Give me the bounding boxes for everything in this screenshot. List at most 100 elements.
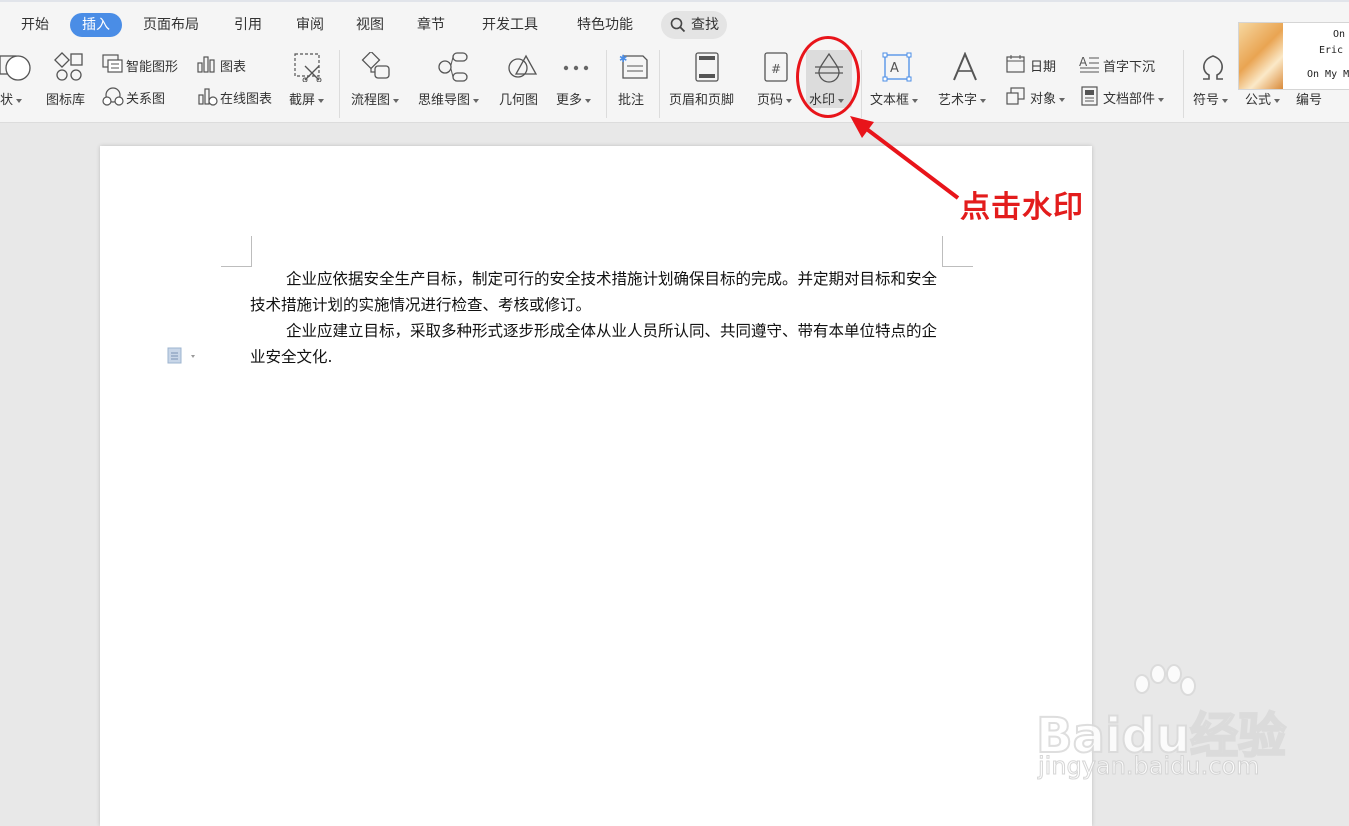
tab-view[interactable]: 视图	[356, 13, 384, 37]
shape-label: 形状	[0, 93, 14, 108]
header-footer-icon	[695, 52, 719, 82]
doc-parts-button[interactable]: 文档部件	[1077, 86, 1177, 110]
more-icon	[563, 65, 589, 71]
comment-icon: ✱	[619, 54, 648, 79]
omega-icon	[1203, 55, 1223, 80]
top-border	[0, 0, 1349, 2]
smart-art-button[interactable]: 智能图形	[100, 54, 190, 78]
separator	[1183, 50, 1184, 118]
relation-chart-button[interactable]: 关系图	[100, 86, 190, 110]
object-label: 对象	[1030, 92, 1057, 107]
textbox-icon: A	[882, 52, 912, 82]
dropcap-button[interactable]: A 首字下沉	[1077, 54, 1169, 78]
album-art	[1239, 23, 1283, 89]
comment-label: 批注	[618, 93, 645, 108]
annotation-label: 点击水印	[960, 190, 1084, 225]
tab-start[interactable]: 开始	[21, 13, 49, 37]
music-title: On M	[1333, 29, 1349, 40]
music-subtitle: On My M	[1307, 69, 1349, 80]
margin-corner-top-left	[221, 236, 252, 267]
flowchart-icon	[361, 52, 390, 79]
mindmap-button[interactable]: 思维导图	[415, 46, 491, 122]
separator	[606, 50, 607, 118]
tab-insert[interactable]: 插入	[70, 13, 122, 37]
doc-parts-icon	[1081, 86, 1098, 106]
svg-text:✱: ✱	[619, 54, 627, 65]
screenshot-icon	[294, 53, 322, 82]
header-footer-button[interactable]: 页眉和页脚	[666, 46, 750, 122]
object-button[interactable]: 对象	[1003, 86, 1073, 110]
chart-icon	[197, 56, 215, 73]
textbox-label: 文本框	[870, 93, 910, 108]
tab-section[interactable]: 章节	[417, 13, 445, 37]
dropcap-label: 首字下沉	[1103, 60, 1156, 75]
page-number-button[interactable]: # 页码	[754, 46, 800, 122]
geometry-button[interactable]: 几何图	[496, 46, 548, 122]
paragraph[interactable]: 企业应建立目标，采取多种形式逐步形成全体从业人员所认同、共同遵守、带有本单位特点…	[250, 318, 942, 370]
doc-parts-label: 文档部件	[1103, 92, 1156, 107]
svg-text:A: A	[890, 61, 899, 76]
calendar-icon	[1006, 55, 1025, 73]
svg-text:#: #	[771, 62, 781, 76]
search-icon	[670, 17, 686, 33]
wordart-label: 艺术字	[938, 93, 978, 108]
page-number-label: 页码	[757, 93, 784, 108]
chart-button[interactable]: 图表	[194, 54, 264, 78]
music-player-widget[interactable]: On M Eric On My M	[1238, 22, 1349, 90]
tab-special[interactable]: 特色功能	[577, 13, 633, 37]
geometry-label: 几何图	[499, 93, 539, 108]
highlight-circle	[796, 36, 860, 118]
chart-label: 图表	[220, 60, 247, 75]
screenshot-button[interactable]: 截屏	[287, 46, 333, 122]
tab-references[interactable]: 引用	[234, 13, 262, 37]
formula-label: 公式	[1245, 93, 1272, 108]
separator	[659, 50, 660, 118]
tab-page-layout[interactable]: 页面布局	[143, 13, 199, 37]
flowchart-label: 流程图	[351, 93, 391, 108]
menu-bar: 开始 插入 页面布局 引用 审阅 视图 章节 开发工具 特色功能 查找	[0, 0, 1349, 46]
document-page[interactable]: 企业应依据安全生产目标，制定可行的安全技术措施计划确保目标的完成。并定期对目标和…	[100, 146, 1092, 826]
svg-text:A: A	[1079, 55, 1088, 69]
comment-button[interactable]: ✱ 批注	[613, 46, 655, 122]
mindmap-icon	[438, 52, 468, 82]
shape-icon	[0, 55, 31, 81]
smart-art-icon	[102, 54, 123, 73]
document-body[interactable]: 企业应依据安全生产目标，制定可行的安全技术措施计划确保目标的完成。并定期对目标和…	[250, 266, 942, 370]
relation-chart-label: 关系图	[126, 92, 166, 107]
wordart-icon	[953, 52, 977, 81]
paragraph[interactable]: 企业应依据安全生产目标，制定可行的安全技术措施计划确保目标的完成。并定期对目标和…	[250, 266, 942, 318]
online-chart-icon	[198, 88, 218, 106]
symbol-button[interactable]: 符号	[1190, 46, 1236, 122]
search-button[interactable]: 查找	[661, 11, 727, 39]
ribbon-insert: 形状 图标库 智能图形 关系图 图表 在线图表 截屏 流程图 思维导图	[0, 46, 1349, 123]
date-button[interactable]: 日期	[1003, 54, 1069, 78]
tab-review[interactable]: 审阅	[296, 13, 324, 37]
icon-library-button[interactable]: 图标库	[45, 46, 95, 122]
margin-corner-top-right	[942, 236, 973, 267]
mindmap-label: 思维导图	[418, 93, 471, 108]
page-number-icon: #	[764, 52, 788, 82]
relation-chart-icon	[102, 87, 124, 106]
more-button[interactable]: 更多	[553, 46, 599, 122]
online-chart-button[interactable]: 在线图表	[194, 86, 288, 110]
icon-library-label: 图标库	[46, 93, 86, 108]
icon-library-icon	[54, 52, 83, 81]
online-chart-label: 在线图表	[220, 92, 273, 107]
paragraph-format-icon[interactable]	[167, 347, 201, 365]
date-label: 日期	[1030, 60, 1057, 75]
geometry-icon	[508, 54, 538, 78]
search-label: 查找	[691, 17, 719, 33]
header-footer-label: 页眉和页脚	[669, 93, 735, 108]
screenshot-label: 截屏	[289, 93, 316, 108]
dropcap-icon: A	[1079, 55, 1099, 73]
more-label: 更多	[556, 93, 583, 108]
tab-developer[interactable]: 开发工具	[482, 13, 538, 37]
separator	[339, 50, 340, 118]
separator	[861, 50, 862, 118]
music-artist: Eric	[1319, 45, 1344, 56]
object-icon	[1006, 87, 1025, 105]
flowchart-button[interactable]: 流程图	[348, 46, 408, 122]
shape-button[interactable]: 形状	[0, 46, 38, 122]
site-watermark: Baidu经验 jingyan.baidu.com	[1035, 664, 1336, 794]
annotation-arrow	[850, 116, 960, 200]
